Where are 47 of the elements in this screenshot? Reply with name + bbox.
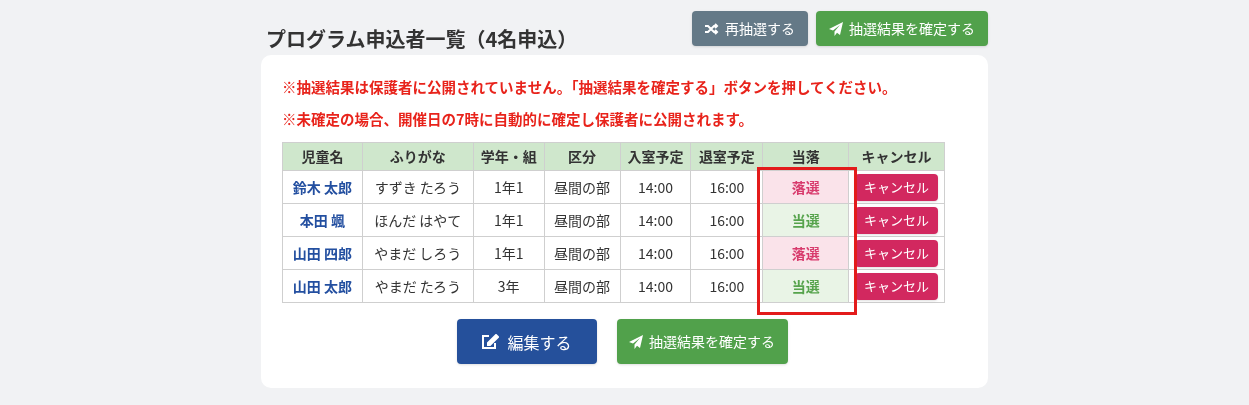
table-cell: すずき たろう bbox=[362, 170, 474, 204]
table-cell: 1年1 bbox=[473, 203, 545, 237]
table-cell: ほんだ はやて bbox=[362, 203, 474, 237]
cancel-button[interactable]: キャンセル bbox=[855, 272, 938, 300]
column-header: 区分 bbox=[544, 142, 620, 171]
result-cell: 当選 bbox=[762, 269, 849, 303]
table-cell: 1年1 bbox=[473, 170, 545, 204]
confirm-button[interactable]: 抽選結果を確定する bbox=[816, 11, 988, 46]
child-name-link[interactable]: 本田 颯 bbox=[282, 203, 363, 237]
table-cell: 14:00 bbox=[620, 203, 691, 237]
result-cell: 当選 bbox=[762, 203, 849, 237]
edit-button[interactable]: 編集する bbox=[456, 319, 597, 364]
redraw-button[interactable]: 再抽選する bbox=[692, 11, 808, 46]
warning-text: ※未確定の場合、開催日の7時に自動的に確定し保護者に公開されます。 bbox=[282, 109, 755, 129]
page-title: プログラム申込者一覧（4名申込） bbox=[266, 29, 578, 49]
column-header: ふりがな bbox=[362, 142, 474, 171]
table-cell: 1年1 bbox=[473, 236, 545, 270]
table-cell: 昼間の部 bbox=[544, 203, 620, 237]
table-cell: 14:00 bbox=[620, 236, 691, 270]
column-header: 学年・組 bbox=[473, 142, 545, 171]
paper-plane-icon bbox=[829, 21, 843, 36]
table-cell: やまだ しろう bbox=[362, 236, 474, 270]
table-cell: 14:00 bbox=[620, 170, 691, 204]
column-header: キャンセル bbox=[848, 142, 945, 171]
cancel-button[interactable]: キャンセル bbox=[855, 173, 938, 201]
edit-icon bbox=[481, 333, 500, 350]
column-header: 退室予定 bbox=[690, 142, 763, 171]
child-name-link[interactable]: 山田 四郎 bbox=[282, 236, 363, 270]
result-cell: 落選 bbox=[762, 170, 849, 204]
table-cell: やまだ たろう bbox=[362, 269, 474, 303]
column-header: 入室予定 bbox=[620, 142, 691, 171]
paper-plane-icon bbox=[629, 334, 643, 349]
table-cell: 昼間の部 bbox=[544, 236, 620, 270]
table-cell: 3年 bbox=[473, 269, 545, 303]
cancel-button[interactable]: キャンセル bbox=[855, 239, 938, 267]
table-cell: 14:00 bbox=[620, 269, 691, 303]
table-cell: 昼間の部 bbox=[544, 170, 620, 204]
shuffle-icon bbox=[705, 22, 719, 35]
column-header: 当落 bbox=[762, 142, 849, 171]
table-cell: 昼間の部 bbox=[544, 269, 620, 303]
confirm-button[interactable]: 抽選結果を確定する bbox=[616, 319, 788, 364]
child-name-link[interactable]: 鈴木 太郎 bbox=[282, 170, 363, 204]
warning-text: ※抽選結果は保護者に公開されていません。「抽選結果を確定する」ボタンを押してください。 bbox=[282, 77, 898, 97]
child-name-link[interactable]: 山田 太郎 bbox=[282, 269, 363, 303]
column-header: 児童名 bbox=[282, 142, 363, 171]
cancel-button[interactable]: キャンセル bbox=[855, 206, 938, 234]
result-cell: 落選 bbox=[762, 236, 849, 270]
